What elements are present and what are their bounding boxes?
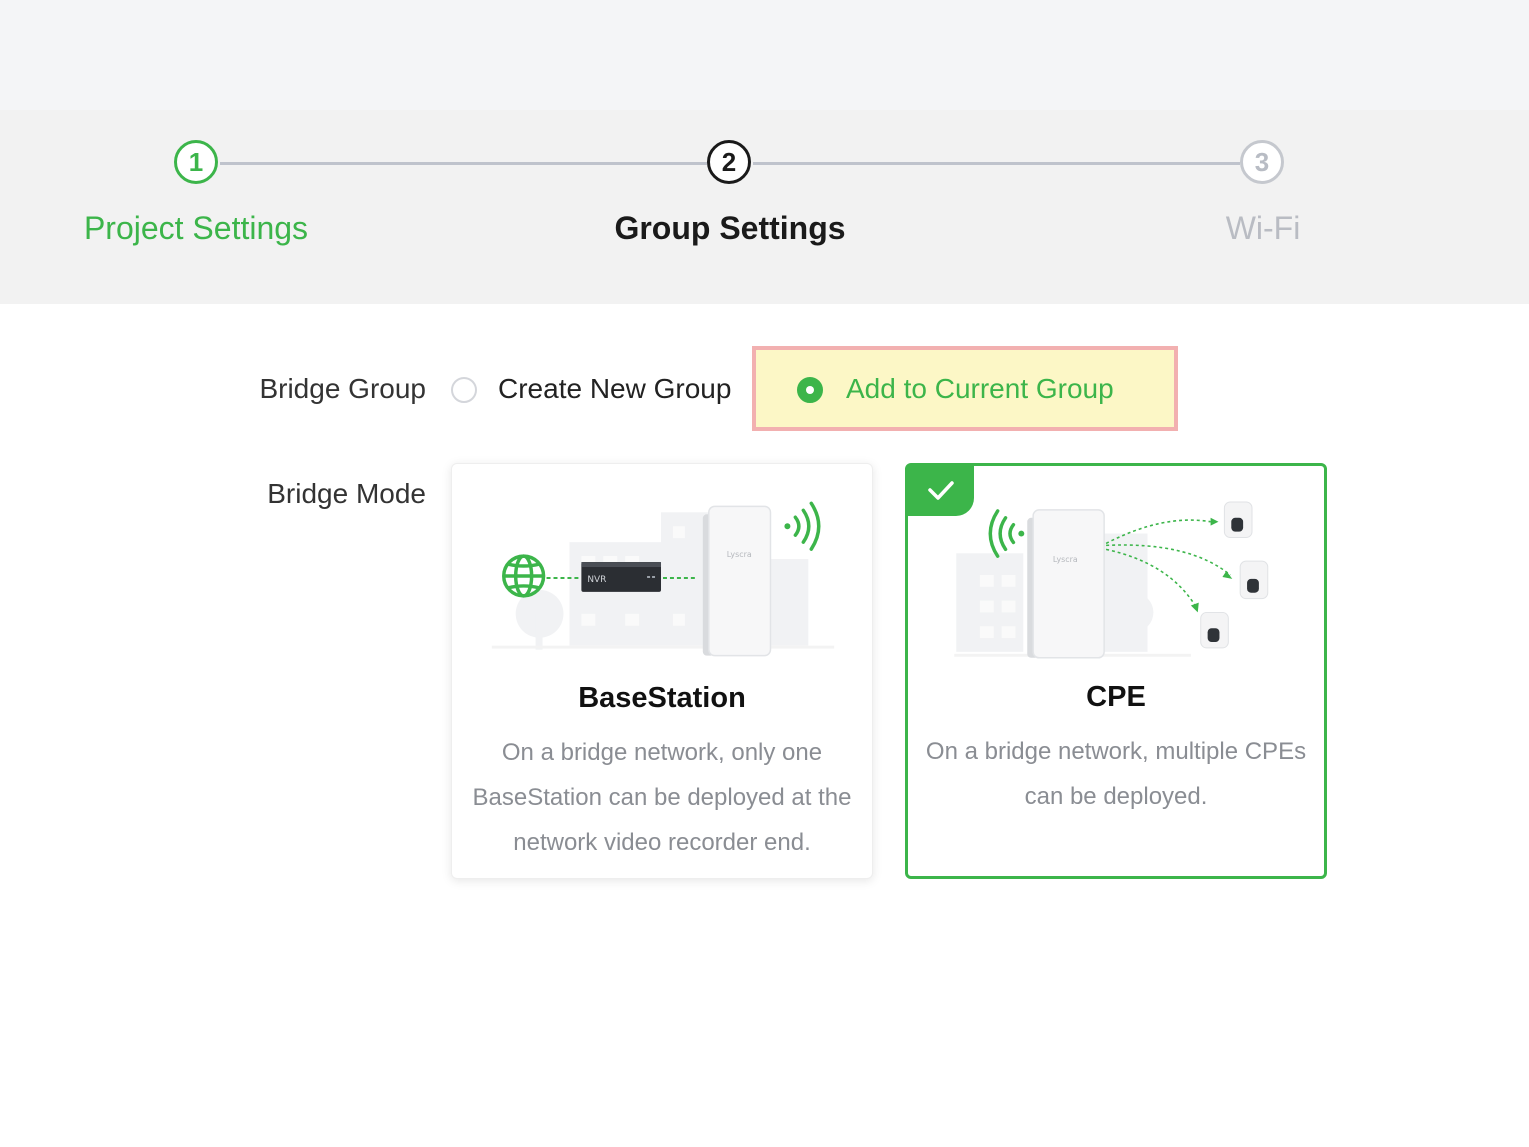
step-connector — [220, 162, 707, 165]
basestation-title: BaseStation — [578, 682, 746, 714]
step-1-circle[interactable]: 1 — [174, 140, 218, 184]
wifi-signal-icon — [988, 509, 1025, 558]
cpe-device-icon: Lyscra — [1027, 509, 1105, 659]
step-2-label: Group Settings — [614, 210, 846, 246]
bridge-group-label: Bridge Group — [259, 373, 426, 404]
add-to-current-group-label[interactable]: Add to Current Group — [846, 373, 1114, 405]
camera-icon — [1200, 611, 1229, 649]
basestation-illustration: NVR Lyscra — [491, 501, 835, 657]
step-3-circle: 3 — [1240, 140, 1284, 184]
basestation-card[interactable]: NVR Lyscra BaseStation On a bridge netwo… — [451, 463, 873, 879]
svg-text:NVR: NVR — [587, 575, 606, 585]
nvr-icon: NVR — [581, 562, 662, 592]
create-new-group-radio[interactable] — [451, 377, 477, 403]
step-1-label[interactable]: Project Settings — [26, 210, 366, 247]
globe-icon — [502, 554, 546, 598]
cpe-card[interactable]: Lyscra CPE On a bridge network, multiple… — [905, 463, 1327, 879]
step-3-label: Wi-Fi — [1225, 210, 1301, 246]
camera-icon — [1239, 560, 1269, 600]
create-new-group-label[interactable]: Create New Group — [498, 373, 731, 405]
cpe-illustration: Lyscra — [954, 501, 1269, 659]
basestation-description: On a bridge network, only one BaseStatio… — [472, 739, 852, 856]
camera-icon — [1223, 501, 1253, 539]
top-bar — [0, 0, 1529, 110]
svg-text:Lyscra: Lyscra — [727, 550, 752, 559]
cpe-title: CPE — [1086, 681, 1146, 713]
stepper — [0, 110, 1529, 304]
svg-text:Lyscra: Lyscra — [1053, 555, 1078, 564]
bridge-mode-label: Bridge Mode — [267, 478, 426, 509]
step-connector — [753, 162, 1240, 165]
step-2-circle[interactable]: 2 — [707, 140, 751, 184]
wifi-signal-icon — [784, 501, 821, 551]
cpe-description: On a bridge network, multiple CPEs can b… — [925, 738, 1307, 810]
basestation-device-icon: Lyscra — [702, 505, 772, 657]
add-to-current-group-radio[interactable] — [797, 377, 823, 403]
